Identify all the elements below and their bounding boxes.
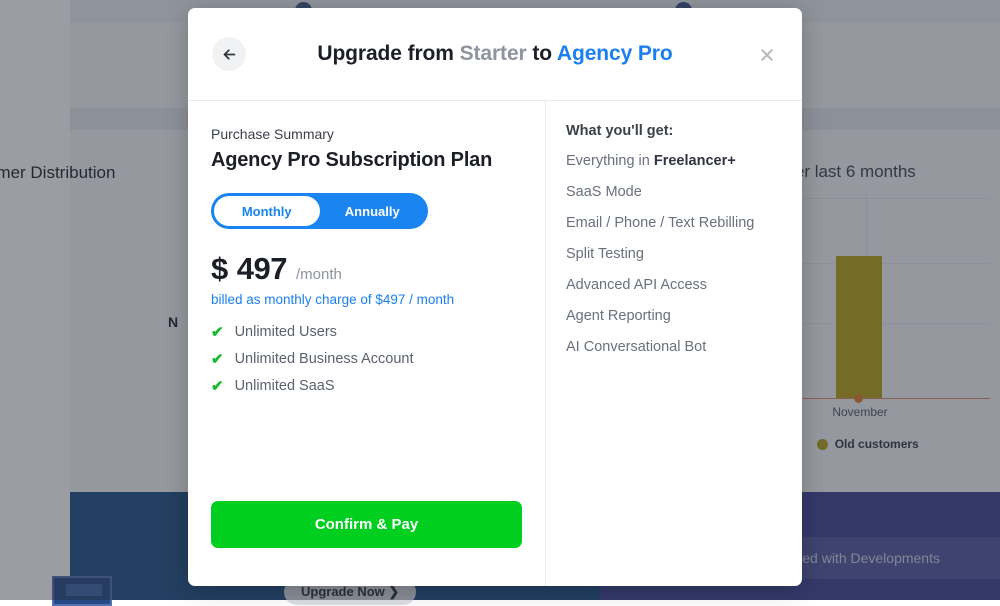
check-icon: ✔ (211, 325, 224, 340)
list-item: AI Conversational Bot (566, 339, 782, 355)
billing-toggle-monthly[interactable]: Monthly (214, 196, 320, 226)
modal-title: Upgrade from Starter to Agency Pro (188, 42, 802, 66)
list-item: Everything in Freelancer+ (566, 153, 782, 169)
list-item: Split Testing (566, 246, 782, 262)
confirm-and-pay-button[interactable]: Confirm & Pay (211, 501, 522, 548)
list-item: Agent Reporting (566, 308, 782, 324)
price-period: /month (296, 266, 342, 283)
list-item: Advanced API Access (566, 277, 782, 293)
upgrade-plan-modal: Upgrade from Starter to Agency Pro Purch… (188, 8, 802, 586)
plan-name: Agency Pro Subscription Plan (211, 149, 522, 172)
list-item: ✔ Unlimited Business Account (211, 351, 522, 367)
back-button[interactable] (212, 37, 246, 71)
list-item: Email / Phone / Text Rebilling (566, 215, 782, 231)
modal-header: Upgrade from Starter to Agency Pro (188, 8, 802, 101)
price-amount: 497 (237, 251, 287, 287)
what-you-get-heading: What you'll get: (566, 123, 782, 139)
check-icon: ✔ (211, 352, 224, 367)
modal-title-middle: to (527, 42, 557, 65)
what-you-get-panel: What you'll get: Everything in Freelance… (545, 101, 802, 586)
modal-title-prefix: Upgrade from (317, 42, 459, 65)
billing-toggle-annually[interactable]: Annually (320, 196, 426, 226)
list-item: SaaS Mode (566, 184, 782, 200)
arrow-left-icon (221, 46, 238, 63)
modal-title-to-plan: Agency Pro (557, 42, 673, 65)
purchase-summary-label: Purchase Summary (211, 126, 522, 142)
feature-label: Everything in (566, 153, 654, 169)
modal-body: Purchase Summary Agency Pro Subscription… (188, 101, 802, 586)
billing-note: billed as monthly charge of $497 / month (211, 292, 522, 307)
perk-label: Unlimited SaaS (235, 378, 335, 394)
close-icon (759, 47, 775, 63)
billing-cycle-toggle[interactable]: Monthly Annually (211, 193, 428, 229)
price-row: $ 497 /month (211, 251, 522, 287)
perk-label: Unlimited Business Account (235, 351, 414, 367)
modal-title-from-plan: Starter (460, 42, 527, 65)
list-item: ✔ Unlimited SaaS (211, 378, 522, 394)
check-icon: ✔ (211, 379, 224, 394)
perk-label: Unlimited Users (235, 324, 337, 340)
list-item: ✔ Unlimited Users (211, 324, 522, 340)
close-button[interactable] (754, 42, 780, 68)
feature-label-emphasis: Freelancer+ (654, 153, 736, 169)
feature-list: Everything in Freelancer+ SaaS Mode Emai… (566, 153, 782, 355)
perk-list: ✔ Unlimited Users ✔ Unlimited Business A… (211, 324, 522, 405)
price-currency: $ (211, 251, 228, 287)
purchase-summary-panel: Purchase Summary Agency Pro Subscription… (188, 101, 545, 586)
